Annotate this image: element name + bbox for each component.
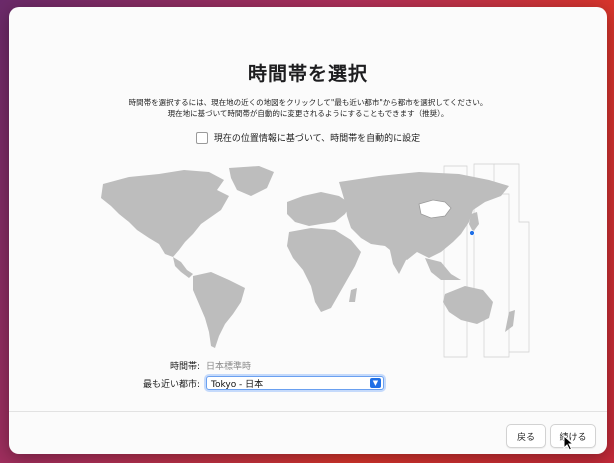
world-map[interactable] bbox=[89, 162, 534, 362]
footer-divider bbox=[9, 411, 607, 412]
description: 時間帯を選択するには、現在地の近くの地図をクリックして"最も近い都市"から都市を… bbox=[49, 97, 567, 119]
southeast-asia bbox=[425, 258, 461, 280]
setup-window: 時間帯を選択 時間帯を選択するには、現在地の近くの地図をクリックして"最も近い都… bbox=[9, 7, 607, 454]
timezone-row: 時間帯: 日本標準時 bbox=[110, 359, 251, 372]
back-button[interactable]: 戻る bbox=[506, 424, 546, 448]
mouse-pointer-icon bbox=[563, 435, 575, 451]
timezone-value: 日本標準時 bbox=[206, 362, 252, 372]
description-line-2: 現在地に基づいて時間帯が自動的に変更されるようにすることもできます（推奨）。 bbox=[167, 109, 449, 118]
europe bbox=[287, 192, 351, 226]
description-line-1: 時間帯を選択するには、現在地の近くの地図をクリックして"最も近い都市"から都市を… bbox=[128, 98, 488, 107]
north-america bbox=[101, 170, 229, 257]
chevron-down-icon[interactable]: ▼ bbox=[370, 378, 381, 388]
south-america bbox=[193, 272, 245, 348]
greenland bbox=[229, 166, 274, 196]
location-pin bbox=[469, 230, 475, 236]
auto-timezone-row[interactable]: 現在の位置情報に基づいて、時間帯を自動的に設定 bbox=[9, 131, 607, 144]
city-label: 最も近い都市: bbox=[142, 379, 200, 390]
auto-timezone-label: 現在の位置情報に基づいて、時間帯を自動的に設定 bbox=[213, 134, 421, 144]
central-america bbox=[173, 257, 193, 278]
page-title: 時間帯を選択 bbox=[247, 63, 368, 85]
city-row: 最も近い都市: Tokyo - 日本 ▼ bbox=[110, 376, 384, 390]
asia bbox=[339, 172, 509, 260]
closest-city-select[interactable]: Tokyo - 日本 ▼ bbox=[206, 376, 384, 390]
timezone-label: 時間帯: bbox=[169, 362, 200, 372]
madagascar bbox=[349, 288, 357, 302]
new-zealand bbox=[505, 310, 515, 332]
auto-timezone-checkbox[interactable] bbox=[195, 131, 208, 144]
australia bbox=[443, 286, 493, 324]
city-value: Tokyo - 日本 bbox=[211, 379, 264, 390]
india bbox=[389, 244, 407, 274]
